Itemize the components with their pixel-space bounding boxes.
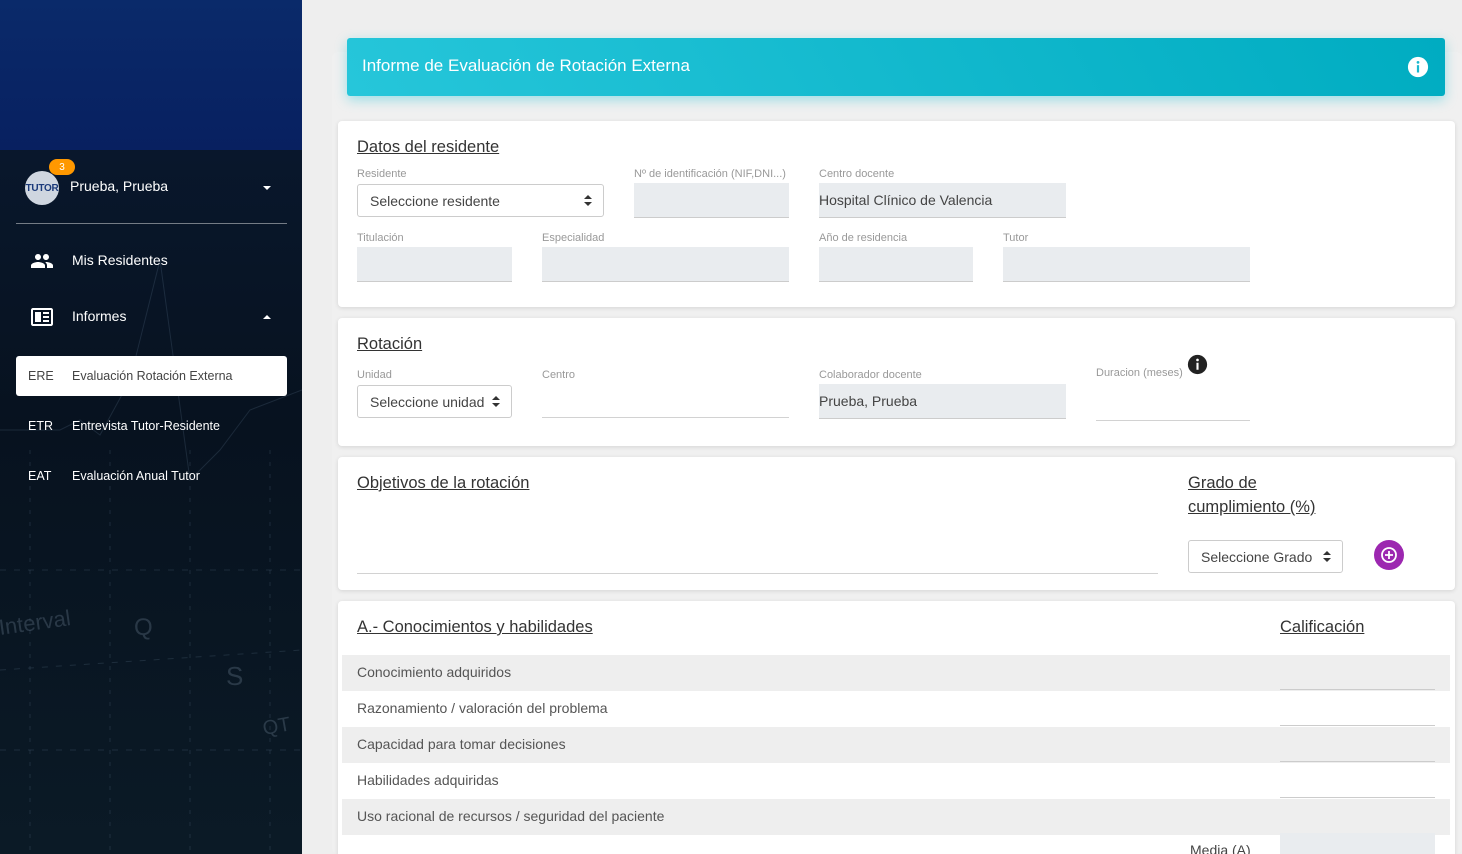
residente-select[interactable]: Seleccione residente	[357, 184, 604, 217]
media-field	[1280, 833, 1435, 854]
bg-text-interval: Interval	[0, 605, 72, 640]
people-icon	[31, 254, 53, 268]
sidebar: Interval Q S QT TUTOR 3 Prueba, Prueba M…	[0, 0, 302, 854]
table-row: Habilidades adquiridas	[342, 763, 1450, 799]
table-row: Conocimiento adquiridos	[342, 655, 1450, 691]
residente-label: Residente	[357, 168, 407, 180]
criterion-label: Capacidad para tomar decisiones	[357, 736, 566, 752]
sidebar-item-mis-residentes[interactable]: Mis Residentes	[16, 241, 287, 281]
grado-title-line2: cumplimiento (%)	[1188, 498, 1316, 516]
select-arrows-icon	[584, 195, 592, 207]
chevron-up-icon	[263, 315, 271, 319]
especialidad-field	[542, 247, 789, 282]
info-icon[interactable]	[1187, 354, 1208, 375]
objetivos-textarea[interactable]	[357, 539, 1158, 574]
criterion-label: Uso racional de recursos / seguridad del…	[357, 808, 665, 824]
unidad-label: Unidad	[357, 369, 392, 381]
section-title-rotacion: Rotación	[357, 335, 423, 353]
bg-text-q: Q	[134, 614, 153, 641]
plus-circle-icon[interactable]	[1374, 540, 1404, 570]
sidebar-header	[0, 0, 302, 150]
sidebar-item-label: Informes	[72, 308, 127, 324]
score-input[interactable]	[1280, 727, 1435, 762]
anio-residencia-label: Año de residencia	[819, 232, 908, 244]
anio-residencia-field	[819, 247, 973, 282]
rotacion-panel: Rotación Unidad Seleccione unidad Centro…	[338, 318, 1455, 446]
titulacion-field	[357, 247, 512, 282]
calificacion-header: Calificación	[1280, 618, 1365, 636]
grado-select-value: Seleccione Grado	[1201, 549, 1313, 565]
sidebar-item-informes[interactable]: Informes	[16, 297, 287, 337]
section-title-datos: Datos del residente	[357, 138, 500, 156]
subitem-label: Entrevista Tutor-Residente	[72, 419, 220, 433]
unidad-select-value: Seleccione unidad	[370, 394, 485, 410]
grado-select[interactable]: Seleccione Grado	[1188, 540, 1343, 573]
especialidad-label: Especialidad	[542, 232, 605, 244]
sidebar-subitem-etr[interactable]: ETR Entrevista Tutor-Residente	[16, 406, 287, 446]
report-icon	[31, 308, 53, 326]
sidebar-item-label: Mis Residentes	[72, 252, 168, 268]
grado-title-line1: Grado de	[1188, 474, 1257, 492]
colaborador-field: Prueba, Prueba	[819, 384, 1066, 419]
page-title: Informe de Evaluación de Rotación Extern…	[362, 56, 690, 75]
conocimientos-panel: A.- Conocimientos y habilidades Califica…	[338, 601, 1455, 854]
titulacion-label: Titulación	[357, 232, 404, 244]
criterion-label: Razonamiento / valoración del problema	[357, 700, 608, 716]
bg-text-qt: QT	[261, 713, 292, 739]
sidebar-subitem-ere[interactable]: ERE Evaluación Rotación Externa	[16, 356, 287, 396]
sidebar-divider	[16, 223, 287, 224]
page-header: Informe de Evaluación de Rotación Extern…	[347, 38, 1445, 96]
chevron-down-icon	[263, 186, 271, 190]
info-icon[interactable]	[1407, 56, 1429, 78]
table-row: Razonamiento / valoración del problema	[342, 691, 1450, 727]
subitem-abbr: ERE	[28, 369, 54, 383]
bg-text-s: S	[226, 661, 243, 691]
datos-residente-panel: Datos del residente Residente Seleccione…	[338, 121, 1455, 307]
criterion-label: Habilidades adquiridas	[357, 772, 499, 788]
centro-docente-field: Hospital Clínico de Valencia	[819, 183, 1066, 218]
subitem-label: Evaluación Anual Tutor	[72, 469, 200, 483]
unidad-select[interactable]: Seleccione unidad	[357, 385, 512, 418]
table-row: Uso racional de recursos / seguridad del…	[342, 799, 1450, 835]
subitem-label: Evaluación Rotación Externa	[72, 369, 233, 383]
subitem-abbr: ETR	[28, 419, 53, 433]
select-arrows-icon	[1323, 551, 1331, 563]
section-title-objetivos: Objetivos de la rotación	[357, 474, 530, 492]
objetivos-panel: Objetivos de la rotación Grado de cumpli…	[338, 457, 1455, 590]
score-input[interactable]	[1280, 655, 1435, 690]
score-input[interactable]	[1280, 691, 1435, 726]
user-profile-row[interactable]: TUTOR 3 Prueba, Prueba	[16, 149, 287, 224]
tutor-label: Tutor	[1003, 232, 1029, 244]
duracion-input[interactable]	[1096, 386, 1250, 421]
table-row: Capacidad para tomar decisiones	[342, 727, 1450, 763]
notification-badge: 3	[49, 159, 75, 175]
score-input[interactable]	[1280, 763, 1435, 798]
user-name: Prueba, Prueba	[70, 178, 169, 194]
tutor-field	[1003, 247, 1250, 282]
nif-field	[634, 183, 789, 218]
centro-input[interactable]	[542, 383, 789, 418]
centro-docente-label: Centro docente	[819, 168, 895, 180]
score-input[interactable]	[1280, 799, 1435, 834]
subitem-abbr: EAT	[28, 469, 52, 483]
duracion-label: Duracion (meses)	[1096, 367, 1183, 379]
avatar: TUTOR	[25, 171, 59, 205]
centro-label: Centro	[542, 369, 576, 381]
colaborador-label: Colaborador docente	[819, 369, 922, 381]
residente-select-value: Seleccione residente	[370, 193, 500, 209]
section-title-conocimientos: A.- Conocimientos y habilidades	[357, 618, 593, 636]
media-label: Media (A)	[1190, 842, 1251, 854]
sidebar-subitem-eat[interactable]: EAT Evaluación Anual Tutor	[16, 456, 287, 496]
select-arrows-icon	[492, 396, 500, 408]
nif-label: Nº de identificación (NIF,DNI...)	[634, 168, 786, 180]
criterion-label: Conocimiento adquiridos	[357, 664, 512, 680]
